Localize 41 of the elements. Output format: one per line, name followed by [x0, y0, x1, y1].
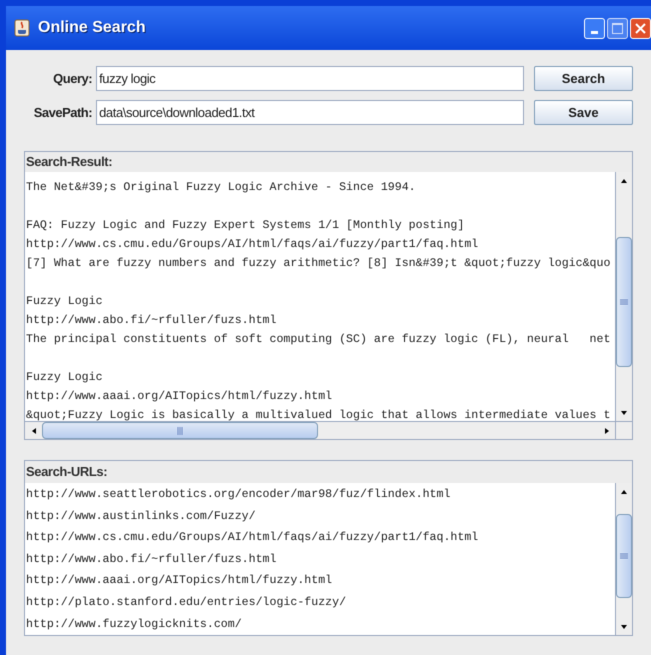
url-list-item[interactable]: http://www.fuzzylogicknits.com/	[26, 614, 242, 635]
maximize-icon	[612, 22, 623, 34]
close-icon	[635, 22, 646, 34]
scroll-thumb[interactable]	[42, 422, 318, 439]
grip-icon	[177, 426, 183, 434]
close-button[interactable]	[630, 18, 651, 38]
window-title: Online Search	[38, 18, 146, 38]
action-button[interactable]: Search	[534, 66, 633, 91]
vertical-scrollbar[interactable]	[615, 483, 632, 635]
cup-icon	[14, 19, 30, 37]
scroll-thumb[interactable]	[616, 514, 632, 598]
vertical-scrollbar[interactable]	[615, 172, 632, 421]
url-list-item[interactable]: http://www.abo.fi/~rfuller/fuzs.html	[26, 548, 276, 570]
text-line: Fuzzy Logic	[26, 370, 103, 386]
url-list-item[interactable]: http://www.seattlerobotics.org/encoder/mar98/fuz/flindex.html	[26, 484, 450, 506]
text-line: The Net&#39;s Original Fuzzy Logic Archive - Since 1994.	[26, 180, 416, 196]
panel-title: Search-URLs:	[25, 463, 108, 481]
text-field[interactable]: data\source\downloaded1.txt	[96, 100, 524, 125]
text-line: http://www.cs.cmu.edu/Groups/AI/html/faqs/ai/fuzzy/part1/faq.html	[26, 237, 478, 253]
panel-title: Search-Result:	[25, 153, 114, 171]
field-label: SavePath:	[32, 104, 92, 122]
url-list-item[interactable]: http://plato.stanford.edu/entries/logic-fuzzy/	[26, 592, 346, 614]
text-line: [7] What are fuzzy numbers and fuzzy arithmetic? [8] Isn&#39;t &quot;fuzzy logic&quo	[26, 256, 610, 272]
scroll-thumb[interactable]	[616, 237, 632, 367]
field-label: Query:	[52, 70, 92, 88]
action-button[interactable]: Save	[534, 100, 633, 125]
url-list-item[interactable]: http://www.austinlinks.com/Fuzzy/	[26, 506, 256, 528]
text-line: http://www.abo.fi/~rfuller/fuzs.html	[26, 313, 276, 329]
url-list-item[interactable]: http://www.aaai.org/AITopics/html/fuzzy.html	[26, 570, 332, 592]
maximize-button[interactable]	[607, 18, 628, 38]
text-line: &quot;Fuzzy Logic is basically a multivalued logic that allows intermediate values t	[26, 408, 610, 421]
grip-icon	[620, 299, 628, 305]
url-list-item[interactable]: http://www.cs.cmu.edu/Groups/AI/html/faqs/ai/fuzzy/part1/faq.html	[26, 527, 478, 549]
text-line: FAQ: Fuzzy Logic and Fuzzy Expert Systems 1/1 [Monthly posting]	[26, 218, 464, 234]
minimize-button[interactable]	[584, 18, 605, 38]
grip-icon	[620, 553, 628, 559]
minimize-icon	[591, 30, 598, 34]
text-line: Fuzzy Logic	[26, 294, 103, 310]
text-field[interactable]: fuzzy logic	[96, 66, 524, 91]
text-line: The principal constituents of soft computing (SC) are fuzzy logic (FL), neural net	[26, 332, 610, 348]
text-line: http://www.aaai.org/AITopics/html/fuzzy.html	[26, 389, 332, 405]
